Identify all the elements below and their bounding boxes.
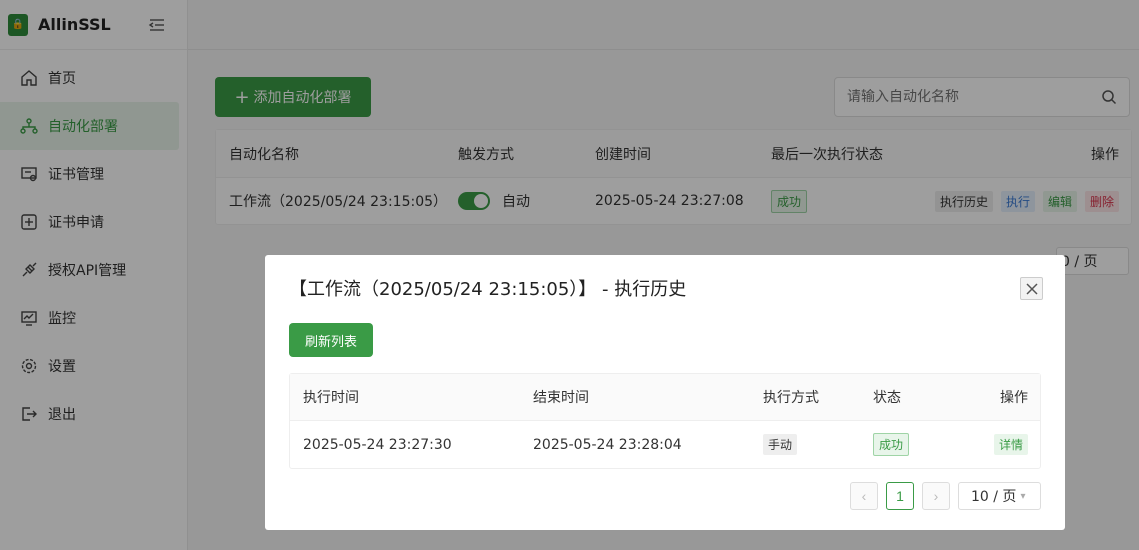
- page-size-label: 10 / 页: [971, 489, 1017, 505]
- execution-history-modal: 【工作流（2025/05/24 23:15:05）】 - 执行历史 刷新列表 执…: [265, 255, 1065, 530]
- table-row: 2025-05-24 23:27:30 2025-05-24 23:28:04 …: [290, 421, 1040, 468]
- close-icon: [1025, 282, 1038, 295]
- close-button[interactable]: [1020, 277, 1043, 300]
- action-cell: 详情: [970, 434, 1040, 455]
- column-header: 结束时间: [533, 390, 589, 406]
- page-number-button[interactable]: 1: [886, 482, 914, 510]
- start-time: 2025-05-24 23:27:30: [303, 436, 452, 453]
- column-header: 操作: [1000, 390, 1028, 406]
- status-badge: 成功: [873, 433, 910, 456]
- modal-title: 【工作流（2025/05/24 23:15:05）】 - 执行历史: [289, 279, 687, 300]
- chevron-right-icon: ›: [933, 488, 939, 504]
- details-button[interactable]: 详情: [993, 434, 1028, 455]
- column-header: 执行时间: [303, 390, 359, 406]
- refresh-list-button[interactable]: 刷新列表: [289, 323, 373, 357]
- chevron-down-icon: ▾: [1020, 490, 1026, 502]
- column-header: 状态: [873, 390, 901, 406]
- history-table-header: 执行时间 结束时间 执行方式 状态 操作: [290, 374, 1040, 421]
- next-page-button[interactable]: ›: [922, 482, 950, 510]
- end-time: 2025-05-24 23:28:04: [533, 436, 682, 453]
- mode-badge: 手动: [763, 434, 798, 455]
- prev-page-button[interactable]: ‹: [850, 482, 878, 510]
- mode-cell: 手动: [750, 434, 860, 455]
- chevron-left-icon: ‹: [861, 488, 867, 504]
- column-header: 执行方式: [763, 390, 819, 406]
- status-cell: 成功: [860, 433, 970, 456]
- history-table: 执行时间 结束时间 执行方式 状态 操作 2025-05-24 23:27:30…: [289, 373, 1041, 469]
- pagination: ‹ 1 › 10 / 页 ▾: [850, 482, 1041, 510]
- page-size-select[interactable]: 10 / 页 ▾: [958, 482, 1041, 510]
